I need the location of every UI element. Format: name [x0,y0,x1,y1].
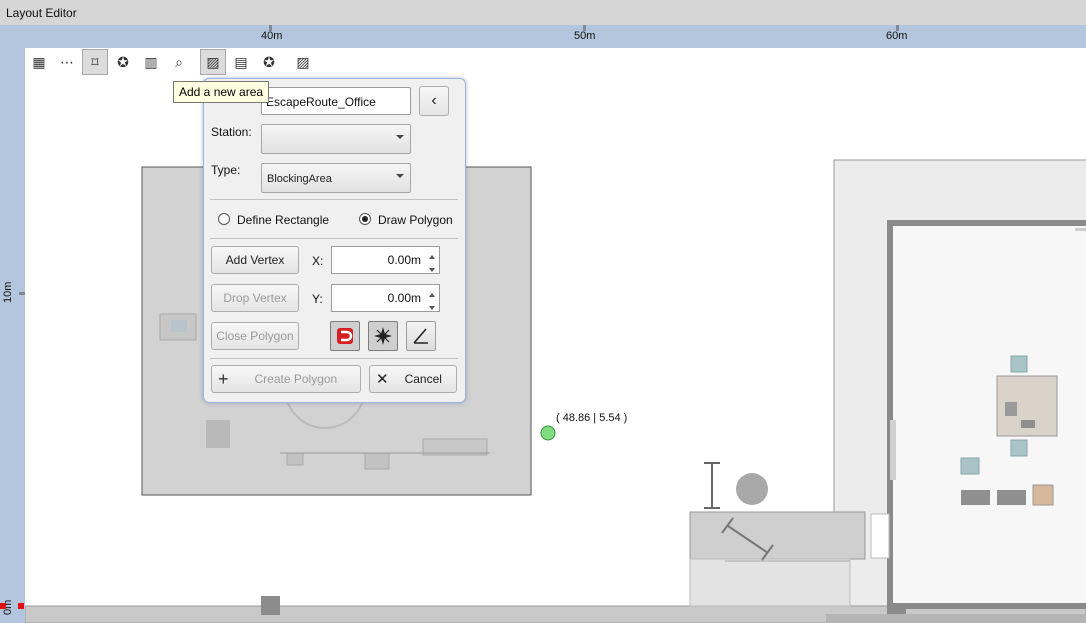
frame-button[interactable]: ⌑ [82,49,108,75]
chevron-down-icon [396,174,404,178]
collapse-panel-button[interactable]: ‹ [419,86,449,116]
ruler-label-40m: 40m [261,30,283,42]
ruler-label-60m: 60m [886,30,908,42]
add-rail-icon: ▤ [234,53,248,70]
ruler-label-50m: 50m [574,30,596,42]
cancel-label: Cancel [404,372,442,386]
snap-angle-button[interactable] [406,321,436,351]
tooltip: Add a new area [173,81,270,103]
measure-button[interactable]: ⋯ [54,49,80,75]
add-station-icon: ✪ [117,53,129,70]
chevron-left-icon: ‹ [431,92,437,109]
ruler-left: 10m 0m [0,25,25,623]
define-rectangle-label[interactable]: Define Rectangle [237,213,329,227]
add-rail-button[interactable]: ▤ [228,49,254,75]
ruler-top: 40m 50m 60m [25,25,1086,48]
add-zone-icon: ✪ [263,53,275,70]
measure-icon: ⋯ [60,53,74,70]
divider [210,358,458,359]
add-area-icon: ▨ [206,53,220,70]
add-zone-button[interactable]: ✪ [256,49,282,75]
drop-vertex-button[interactable]: Drop Vertex [211,284,299,312]
add-station-button[interactable]: ✪ [110,49,136,75]
station-select[interactable] [261,124,411,154]
cancel-button[interactable]: ✕ Cancel [369,365,457,393]
angle-icon [413,328,428,344]
spin-down-icon[interactable] [429,306,435,310]
spin-down-icon[interactable] [429,268,435,272]
origin-marker [0,603,6,609]
draw-polygon-radio[interactable] [359,213,371,225]
layout-canvas[interactable]: ( 48.86 | 5.54 ) [25,48,1086,623]
ruler-corner [0,25,25,48]
divider [210,238,458,239]
x-coordinate-spinbox[interactable]: 0.00m [331,246,440,274]
cursor-coordinates: ( 48.86 | 5.54 ) [556,412,628,424]
layers-button[interactable]: ▥ [138,49,164,75]
x-coordinate-value: 0.00m [387,253,421,267]
ruler-label-10m: 10m [2,281,14,303]
area-name-value: EscapeRoute_Office [266,95,376,109]
layers-icon: ▥ [144,53,158,70]
station-label: Station: [211,125,252,139]
y-coordinate-spinbox[interactable]: 0.00m [331,284,440,312]
create-polygon-label: Create Polygon [254,372,338,386]
floor-plan [25,159,1086,623]
toolbar-separator [193,48,199,76]
edit-area-icon: ▨ [296,53,310,70]
type-label: Type: [211,163,241,177]
spin-up-icon[interactable] [429,255,435,259]
add-vertex-button[interactable]: Add Vertex [211,246,299,274]
snap-magnet-button[interactable] [330,321,360,351]
search-button[interactable]: ⌕ [166,49,192,75]
close-polygon-button[interactable]: Close Polygon [211,322,299,350]
star-snap-icon [374,327,392,345]
snap-vertex-button[interactable] [368,321,398,351]
spin-up-icon[interactable] [429,293,435,297]
type-select-value: BlockingArea [267,173,332,185]
draw-polygon-label[interactable]: Draw Polygon [378,213,453,227]
origin-marker [18,603,24,609]
divider [210,199,458,200]
close-icon: ✕ [376,371,389,388]
define-rectangle-radio[interactable] [218,213,230,225]
add-area-button[interactable]: ▨ [200,49,226,75]
grid-toggle-button[interactable]: ▦ [26,49,52,75]
area-name-input[interactable]: EscapeRoute_Office [261,87,411,115]
grid-icon: ▦ [32,53,46,70]
window-title: Layout Editor [6,6,77,20]
toolbar-separator [283,48,289,76]
y-label: Y: [312,292,323,306]
type-select[interactable]: BlockingArea [261,163,411,193]
create-polygon-button[interactable]: + Create Polygon [211,365,361,393]
add-area-panel: EscapeRoute_Office ‹ Station: Type: Bloc… [203,78,466,403]
magnet-icon [337,328,353,344]
chevron-down-icon [396,135,404,139]
edit-area-button[interactable]: ▨ [290,49,316,75]
title-bar: Layout Editor [0,0,1086,26]
search-icon: ⌕ [175,53,183,70]
frame-icon: ⌑ [91,53,99,70]
plus-icon: + [218,368,229,389]
canvas-toolbar: ▦ ⋯ ⌑ ✪ ▥ ⌕ ▨ ▤ ✪ ▨ [25,48,317,76]
x-label: X: [312,254,324,268]
y-coordinate-value: 0.00m [387,291,421,305]
